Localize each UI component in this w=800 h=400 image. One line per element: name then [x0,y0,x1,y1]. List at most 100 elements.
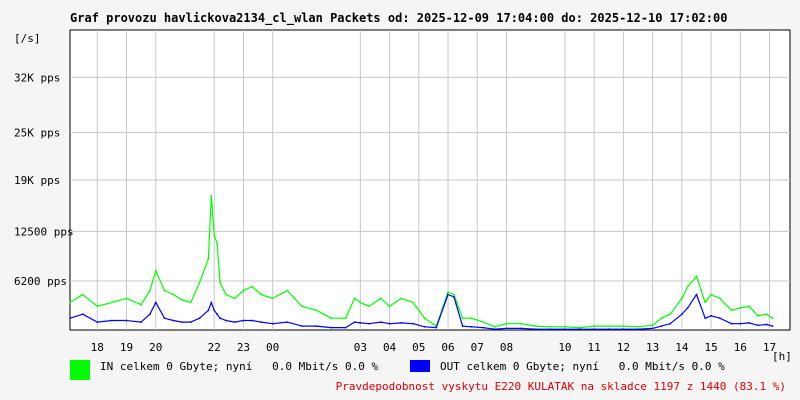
data-point-in [651,324,654,327]
data-point-in [353,297,356,300]
data-point-out [686,307,689,309]
data-point-out [69,317,71,320]
data-point-in [748,305,750,308]
data-point-in [607,325,610,327]
data-point-in [520,322,522,325]
x-tick-label: 10 [558,341,571,354]
data-point-out [461,325,464,327]
x-tick-label: 04 [383,341,397,354]
data-point-out [651,327,654,330]
data-point-out [765,323,768,326]
data-point-in [765,313,768,316]
data-point-out [578,328,581,331]
data-point-in [447,291,449,293]
y-tick-label: 6200 pps [14,275,67,288]
data-point-in [622,325,625,327]
data-point-in [330,317,332,320]
data-point-out [207,309,210,312]
legend-out-text: OUT celkem 0 Gbyte; nyní 0.0 Mbit/s 0.0 … [440,360,725,373]
legend-out-swatch [410,360,430,372]
x-tick-label: 03 [354,341,367,354]
data-point-out [669,322,672,325]
data-point-out [482,326,484,329]
x-tick-label: 23 [237,341,250,354]
data-point-out [704,317,707,320]
data-point-in [719,297,721,300]
data-point-in [286,289,289,292]
data-point-out [660,325,663,327]
data-point-in [771,317,774,320]
data-point-in [207,258,210,260]
data-point-out [251,319,254,322]
y-tick-label: 12500 pps [14,225,74,238]
data-point-in [379,297,382,300]
data-point-in [453,293,455,296]
data-point-out [423,325,426,328]
data-point-in [578,326,581,329]
data-point-in [198,281,201,284]
data-point-out [637,328,639,331]
x-tick-label: 08 [500,341,513,354]
data-point-in [216,242,219,245]
data-point-in [710,293,712,296]
data-point-in [219,281,222,284]
data-point-out [111,319,113,322]
data-point-out [315,325,318,327]
data-point-in [225,293,227,296]
data-point-in [686,285,689,288]
data-point-in [315,309,318,312]
x-tick-label: 11 [588,341,601,354]
x-tick-label: 15 [704,341,717,354]
data-point-in [564,325,566,328]
data-point-out [216,313,219,316]
legend-in-swatch [70,360,90,380]
data-point-in [140,303,143,306]
x-tick-label: 20 [149,341,162,354]
chart: Graf provozu havlickova2134_cl_wlan Pack… [14,11,792,393]
data-point-in [125,297,128,300]
data-point-in [96,305,99,308]
data-point-in [368,305,370,308]
data-point-out [756,324,759,327]
data-point-out [213,309,216,312]
data-point-out [400,322,403,324]
data-point-out [368,322,370,325]
data-point-in [81,293,84,296]
data-point-out [447,293,449,296]
data-point-out [607,328,610,331]
data-point-out [359,322,362,324]
x-tick-label: 18 [91,341,104,354]
x-unit-label: [h] [772,350,792,363]
data-point-in [251,285,254,288]
data-point-in [756,314,759,317]
data-point-out [154,301,157,304]
data-point-out [301,325,303,327]
data-point-out [163,317,166,320]
data-point-out [96,321,99,323]
data-point-in [301,305,303,308]
data-point-out [739,322,742,325]
data-point-in [344,317,347,320]
data-point-out [622,328,625,331]
data-point-out [286,321,289,323]
x-tick-label: 19 [120,341,133,354]
data-point-out [353,321,356,323]
data-point-out [344,326,347,329]
data-point-out [564,328,566,331]
x-tick-label: 14 [675,341,689,354]
data-point-in [233,297,236,300]
data-point-out [719,317,721,320]
data-point-out [593,328,596,331]
data-point-in [681,297,683,300]
x-tick-label: 00 [266,341,279,354]
data-point-in [534,325,537,327]
y-tick-label: 32K pps [14,71,60,84]
data-point-out [81,313,84,316]
data-point-in [470,317,473,320]
x-tick-label: 13 [646,341,659,354]
data-point-out [210,301,213,304]
data-point-out [435,326,438,329]
footer-text: Pravdepodobnost vyskytu E220 KULATAK na … [336,380,786,393]
data-point-out [695,293,698,296]
data-point-in [189,301,192,304]
